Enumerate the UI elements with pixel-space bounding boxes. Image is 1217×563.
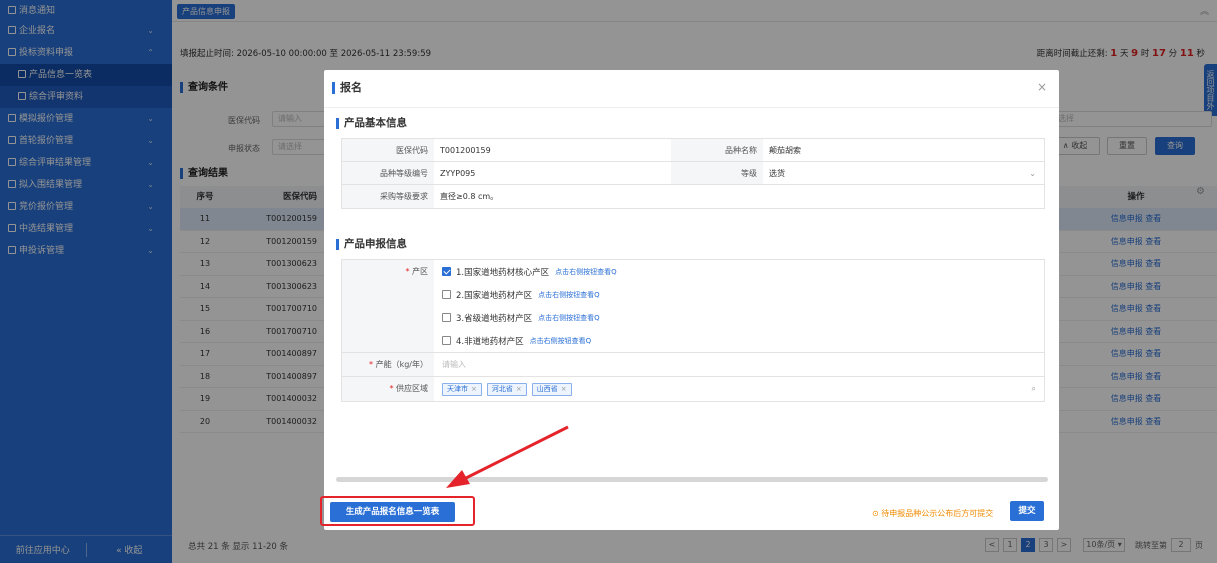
capacity-input[interactable]: 请输入	[434, 353, 1044, 376]
area-row: * 产区 1.国家道地药材核心产区 点击右侧按钮查看Q 2.国家道地药材产区 点击右侧…	[342, 260, 1044, 353]
checkbox[interactable]	[442, 290, 451, 299]
search-icon[interactable]: ⌕	[1032, 384, 1036, 394]
close-icon[interactable]: ×	[471, 385, 477, 393]
tag-label: 天津市	[447, 384, 468, 393]
tag-label: 山西省	[536, 384, 558, 393]
area-option-label: 3.省级道地药材产区	[456, 313, 533, 324]
area-option: 4.非道地药材产区 点击右侧按钮查看Q	[442, 329, 1044, 352]
grade-no-value: ZYYP095	[440, 169, 476, 178]
submit-notice: ⊙ 待申报品种公示公布后方可提交	[872, 509, 994, 518]
declare-form: * 产区 1.国家道地药材核心产区 点击右侧按钮查看Q 2.国家道地药材产区 点击右侧…	[341, 259, 1045, 402]
supply-tags: 天津市 × 河北省 × 山西省 ×	[442, 382, 577, 396]
basic-row: 采购等级要求 直径≥0.8 cm。	[342, 185, 1044, 208]
submit-button[interactable]: 提交	[1010, 501, 1044, 521]
capacity-label: * 产能（kg/年）	[342, 353, 434, 376]
modal-title: 报名	[332, 82, 362, 94]
horizontal-scrollbar[interactable]	[336, 477, 1048, 482]
req-value: 直径≥0.8 cm。	[440, 192, 499, 201]
signup-modal: 报名 × 产品基本信息 医保代码 T001200159 品种名称 颠茄胡索 品种…	[324, 70, 1059, 530]
capacity-label-text: 产能（kg/年）	[375, 360, 428, 369]
capacity-row: * 产能（kg/年） 请输入	[342, 353, 1044, 377]
checkbox[interactable]	[442, 267, 451, 276]
close-icon[interactable]: ×	[516, 385, 522, 393]
view-hint-link[interactable]: 点击右侧按钮查看Q	[538, 313, 600, 323]
chevron-down-icon: ⌄	[1029, 169, 1036, 178]
modal-header: 报名 ×	[324, 70, 1059, 108]
code-label: 医保代码	[342, 139, 434, 161]
annotation-highlight-box	[320, 496, 475, 526]
area-option-label: 2.国家道地药材产区	[456, 290, 533, 301]
basic-info-title: 产品基本信息	[336, 118, 407, 129]
grade-value: 选货	[769, 169, 785, 178]
area-label: * 产区	[342, 260, 434, 352]
grade-no-label: 品种等级编号	[342, 162, 434, 184]
area-option-label: 4.非道地药材产区	[456, 336, 524, 347]
grade-label: 等级	[671, 162, 763, 184]
checkbox[interactable]	[442, 313, 451, 322]
view-hint-link[interactable]: 点击右侧按钮查看Q	[538, 290, 600, 300]
supply-select[interactable]: 天津市 × 河北省 × 山西省 × ⌕	[434, 377, 1044, 401]
supply-tag: 山西省 ×	[531, 382, 572, 396]
basic-info-table: 医保代码 T001200159 品种名称 颠茄胡索 品种等级编号 ZYYP095…	[341, 138, 1045, 209]
supply-label-text: 供应区域	[396, 384, 428, 393]
name-value: 颠茄胡索	[769, 146, 801, 155]
name-label: 品种名称	[671, 139, 763, 161]
area-options: 1.国家道地药材核心产区 点击右侧按钮查看Q 2.国家道地药材产区 点击右侧按钮查看Q…	[434, 260, 1044, 352]
basic-row: 医保代码 T001200159 品种名称 颠茄胡索	[342, 139, 1044, 162]
supply-tag: 天津市 ×	[442, 382, 482, 396]
area-option-label: 1.国家道地药材核心产区	[456, 267, 550, 278]
area-option: 2.国家道地药材产区 点击右侧按钮查看Q	[442, 283, 1044, 306]
basic-row: 品种等级编号 ZYYP095 等级 选货 ⌄	[342, 162, 1044, 185]
area-option: 3.省级道地药材产区 点击右侧按钮查看Q	[442, 306, 1044, 329]
supply-label: * 供应区域	[342, 377, 434, 401]
view-hint-link[interactable]: 点击右侧按钮查看Q	[530, 336, 592, 346]
req-label: 采购等级要求	[342, 185, 434, 208]
declare-info-title: 产品申报信息	[336, 239, 407, 250]
tag-label: 河北省	[491, 384, 513, 393]
close-icon[interactable]: ×	[561, 385, 567, 393]
code-value: T001200159	[440, 146, 491, 155]
close-icon[interactable]: ×	[1037, 80, 1047, 94]
view-hint-link[interactable]: 点击右侧按钮查看Q	[555, 267, 617, 277]
supply-row: * 供应区域 天津市 × 河北省 × 山西省 × ⌕	[342, 377, 1044, 401]
supply-tag: 河北省 ×	[486, 382, 527, 396]
area-option: 1.国家道地药材核心产区 点击右侧按钮查看Q	[442, 260, 1044, 283]
area-label-text: 产区	[412, 267, 428, 276]
checkbox[interactable]	[442, 336, 451, 345]
grade-select[interactable]: 选货 ⌄	[763, 162, 1044, 184]
